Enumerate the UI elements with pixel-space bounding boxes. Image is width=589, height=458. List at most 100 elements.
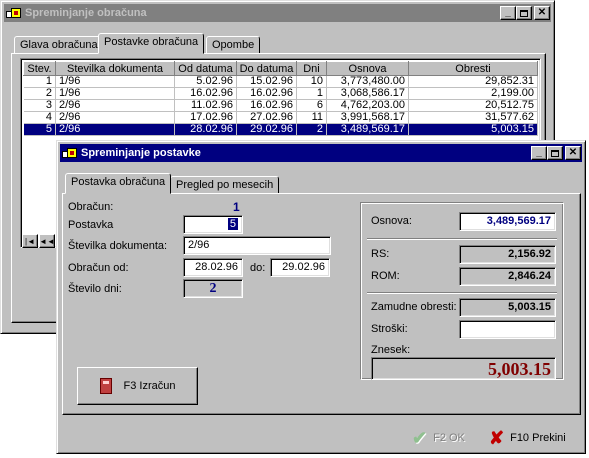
maximize-button[interactable] [547,146,563,160]
izracun-button[interactable]: F3 Izračun [77,367,198,405]
izracun-label: F3 Izračun [123,380,176,392]
table-row[interactable]: 4 2/96 17.02.96 27.02.96 11 3,991,568.17… [23,111,538,124]
cell-obresti: 29,852.31 [408,75,538,88]
cell-do: 27.02.96 [236,111,297,124]
osnova-value: 3,489,569.17 [486,215,551,227]
label-stroski: Stroški: [371,323,408,335]
label-zamudne-obresti: Zamudne obresti: [371,301,457,313]
cell-osnova: 3,773,480.00 [326,75,409,88]
back-window-titlebar[interactable]: Spreminjanje obračuna _ ✕ [4,4,551,22]
rs-field: 2,156.92 [459,245,556,264]
label-rom: ROM: [371,270,400,282]
label-postavka: Postavka [68,219,114,231]
tab-postavka-obracuna[interactable]: Postavka obračuna [65,173,172,194]
ok-label: F2 OK [433,432,465,444]
label-znesek: Znesek: [371,344,411,356]
cell-od: 11.02.96 [174,99,237,112]
first-record-icon: |◄ [25,236,35,246]
cell-obresti: 2,199.00 [408,87,538,100]
cell-obresti: 5,003.15 [408,123,538,136]
cell-dni: 10 [296,75,327,88]
cell-stev: 2 [23,87,56,100]
value-obracun: 1 [233,200,240,214]
cell-od: 16.02.96 [174,87,237,100]
cell-do: 15.02.96 [236,75,297,88]
cell-od: 5.02.96 [174,75,237,88]
cell-do: 16.02.96 [236,87,297,100]
cell-osnova: 3,991,568.17 [326,111,409,124]
osnova-field[interactable]: 3,489,569.17 [459,212,556,231]
cell-osnova: 3,068,586.17 [326,87,409,100]
amounts-group: Osnova: 3,489,569.17 RS: 2,156.92 ROM: 2… [360,202,564,380]
table-row[interactable]: 2 1/96 16.02.96 16.02.96 1 3,068,586.17 … [23,87,538,100]
stevilka-dokumenta-field[interactable]: 2/96 [183,236,331,255]
cell-od: 17.02.96 [174,111,237,124]
tab-glava-obracuna[interactable]: Glava obračuna [14,36,104,54]
nav-first-button[interactable]: |◄ [22,234,38,248]
maximize-button[interactable] [516,6,532,20]
prekini-label: F10 Prekini [510,432,566,444]
cell-do: 16.02.96 [236,99,297,112]
cell-dni: 11 [296,111,327,124]
cell-stevilka: 2/96 [55,111,175,124]
znesek-value: 5,003.15 [488,359,551,379]
cell-obresti: 20,512.75 [408,99,538,112]
col-dni[interactable]: Dni [296,61,327,76]
front-window: Spreminjanje postavke _ ✕ Postavka obrač… [56,140,586,454]
minimize-button[interactable]: _ [500,6,516,20]
col-od[interactable]: Od datuma [174,61,237,76]
postavka-field[interactable]: 5 [183,215,243,234]
cell-dni: 1 [296,87,327,100]
table-row[interactable]: 1 1/96 5.02.96 15.02.96 10 3,773,480.00 … [23,75,538,88]
close-icon: ✕ [537,7,547,18]
col-do[interactable]: Do datuma [236,61,297,76]
minimize-button[interactable]: _ [531,146,547,160]
close-button[interactable]: ✕ [565,146,581,160]
cell-stev: 4 [23,111,56,124]
cell-stevilka: 2/96 [55,99,175,112]
minimize-icon: _ [536,147,542,158]
label-do: do: [250,262,266,274]
checkmark-icon: ✔ [412,427,428,448]
ok-button[interactable]: ✔ F2 OK [412,428,472,448]
stroski-field[interactable] [459,320,556,339]
label-osnova: Osnova: [371,215,412,227]
label-obracun-od: Obračun od: [68,262,129,274]
cell-osnova: 3,489,569.17 [326,123,409,136]
tab-pregled-po-mesecih[interactable]: Pregled po mesecih [170,176,280,194]
rom-field: 2,846.24 [459,267,556,286]
table-row[interactable]: 3 2/96 11.02.96 16.02.96 6 4,762,203.00 … [23,99,538,112]
cell-dni: 2 [296,123,327,136]
calculator-icon [99,378,112,394]
label-stevilo-dni: Število dni: [68,283,122,295]
front-window-titlebar[interactable]: Spreminjanje postavke _ ✕ [60,144,582,162]
divider [367,238,557,240]
prekini-button[interactable]: ✘ F10 Prekini [489,428,579,448]
cell-stev: 1 [23,75,56,88]
label-stevilka-dokumenta: Številka dokumenta: [68,240,168,252]
prev-record-icon: ◄◄ [39,236,55,246]
obracun-od-field[interactable]: 28.02.96 [183,258,243,277]
minimize-icon: _ [505,7,511,18]
table-row-selected[interactable]: 5 2/96 28.02.96 29.02.96 2 3,489,569.17 … [23,123,538,136]
nav-prev-button[interactable]: ◄◄ [39,234,55,248]
col-stev[interactable]: Stev. [23,61,56,76]
front-tab-panel: Obračun: 1 Postavka 5 Številka dokumenta… [62,193,581,415]
rom-value: 2,846.24 [508,270,551,282]
maximize-icon [551,149,559,157]
close-button[interactable]: ✕ [534,6,550,20]
cell-stev: 3 [23,99,56,112]
postavka-value: 5 [227,218,238,230]
cell-stevilka: 1/96 [55,75,175,88]
col-osnova[interactable]: Osnova [326,61,409,76]
table-header: Stev. Stevilka dokumenta Od datuma Do da… [23,61,538,76]
col-obresti[interactable]: Obresti [408,61,538,76]
items-table: Stev. Stevilka dokumenta Od datuma Do da… [23,61,538,136]
cell-do: 29.02.96 [236,123,297,136]
obracun-do-field[interactable]: 29.02.96 [270,258,330,277]
tab-postavke-obracuna[interactable]: Postavke obračuna [98,33,205,54]
col-stevilka[interactable]: Stevilka dokumenta [55,61,175,76]
rs-value: 2,156.92 [508,248,551,260]
label-rs: RS: [371,248,390,260]
tab-opombe[interactable]: Opombe [206,36,261,54]
